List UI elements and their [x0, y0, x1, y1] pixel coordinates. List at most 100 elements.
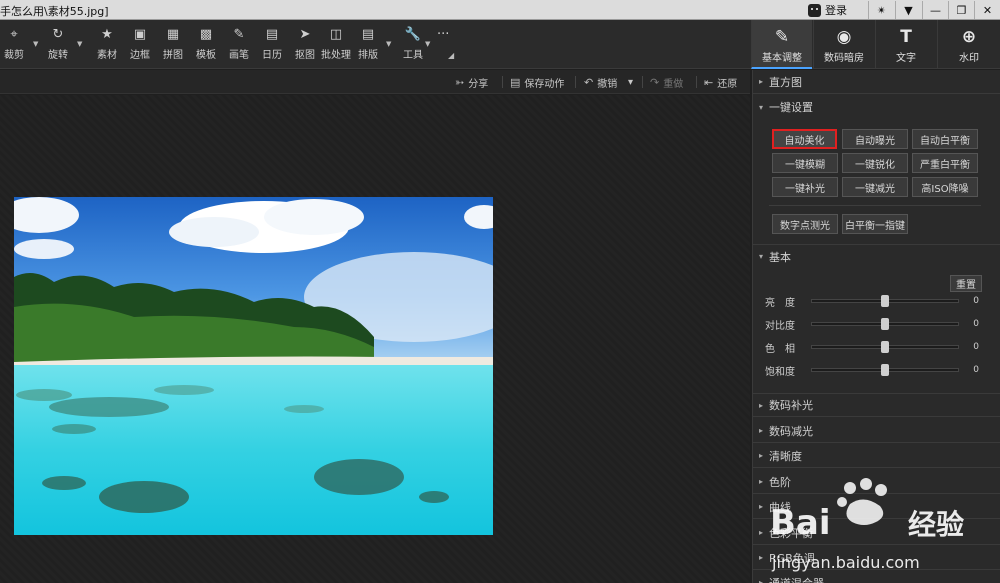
svg-text:经验: 经验 [908, 508, 964, 541]
redo-label: 重做 [663, 78, 684, 90]
high-iso-denoise-button[interactable]: 高ISO降噪 [912, 177, 978, 197]
tool-cutout[interactable]: ➤ 抠图 [295, 26, 315, 66]
one-click-reduce-light-button[interactable]: 一键减光 [842, 177, 908, 197]
white-balance-one-finger-button[interactable]: 白平衡一指键 [842, 214, 908, 234]
slider-saturation: 饱和度 0 [765, 362, 980, 378]
save-action-button[interactable]: ▤ 保存动作 [510, 74, 564, 90]
slider-contrast: 对比度 0 [765, 316, 980, 332]
section-digital-fill-light[interactable]: ▸ 数码补光 [753, 393, 1000, 417]
canvas-area[interactable] [0, 95, 750, 583]
undo-dropdown-icon[interactable]: ▾ [628, 74, 633, 90]
divider [769, 205, 981, 206]
restore-label: 还原 [717, 78, 738, 90]
svg-text:jingyan.baidu.com: jingyan.baidu.com [771, 553, 920, 572]
menu-button[interactable]: ▼ [895, 1, 921, 19]
wrench-icon: 🔧 [404, 27, 422, 42]
main-toolbar: ⌖ 裁剪 ▼ ↻ 旋转 ▼ ★ 素材 ▣ 边框 ▦ 拼图 ▩ 模板 ✎ 画笔 ▤… [0, 20, 1000, 69]
section-one-click[interactable]: ▾ 一键设置 [753, 95, 1000, 119]
reset-button[interactable]: 重置 [950, 275, 982, 292]
expanded-arrow-icon: ▾ [759, 102, 764, 112]
more-icon: ··· [437, 27, 450, 42]
edit-icon: ✎ [774, 27, 790, 47]
photo-beach[interactable] [14, 197, 493, 535]
undo-icon: ↶ [584, 75, 594, 89]
share-icon: ➳ [455, 75, 465, 89]
auto-beautify-button[interactable]: 自动美化 [772, 129, 837, 149]
tool-more[interactable]: ··· [437, 26, 449, 66]
slider-track[interactable] [811, 341, 959, 353]
slider-label: 亮 度 [765, 297, 795, 309]
slider-knob[interactable] [881, 318, 889, 330]
restore-icon: ⇤ [704, 75, 714, 89]
restore-button[interactable]: ❐ [948, 1, 974, 19]
undo-label: 撤销 [597, 78, 618, 90]
collapsed-arrow-icon: ▸ [759, 77, 764, 86]
spot-metering-button[interactable]: 数字点测光 [772, 214, 838, 234]
slider-knob[interactable] [881, 364, 889, 376]
section-label: 数码减光 [769, 424, 813, 438]
section-digital-reduce-light[interactable]: ▸ 数码减光 [753, 419, 1000, 443]
tab-basic-adjust[interactable]: ✎ 基本调整 [751, 20, 812, 69]
redo-icon: ↷ [650, 75, 660, 89]
auto-exposure-button[interactable]: 自动曝光 [842, 129, 908, 149]
skin-button[interactable]: ✴ [868, 1, 894, 19]
tool-crop[interactable]: ⌖ 裁剪 [4, 26, 24, 66]
layout-dropdown-icon[interactable]: ▼ [386, 40, 391, 48]
slider-track[interactable] [811, 364, 959, 376]
tab-watermark[interactable]: ⊕ 水印 [937, 20, 1000, 69]
tools-dropdown-icon[interactable]: ▼ [425, 40, 430, 48]
one-click-blur-button[interactable]: 一键模糊 [772, 153, 838, 173]
collapsed-arrow-icon: ▸ [759, 426, 764, 435]
login-button[interactable]: 登录 [808, 0, 864, 20]
share-button[interactable]: ➳ 分享 [455, 74, 488, 90]
close-button[interactable]: ✕ [974, 1, 1000, 19]
pin-icon: ➤ [299, 27, 311, 42]
collapsed-arrow-icon: ▸ [759, 451, 764, 460]
tab-label: 水印 [959, 53, 979, 64]
brush-icon: ✎ [233, 27, 245, 42]
tool-template[interactable]: ▩ 模板 [196, 26, 216, 66]
tool-batch[interactable]: ◫ 批处理 [321, 26, 351, 66]
tool-collage[interactable]: ▦ 拼图 [163, 26, 183, 66]
slider-value: 0 [973, 319, 979, 329]
crop-dropdown-icon[interactable]: ▼ [33, 40, 38, 48]
divider [696, 76, 697, 88]
section-basic[interactable]: ▾ 基本 [753, 244, 1000, 268]
one-click-fill-light-button[interactable]: 一键补光 [772, 177, 838, 197]
one-click-sharpen-button[interactable]: 一键锐化 [842, 153, 908, 173]
tool-label: 旋转 [48, 50, 68, 61]
rotate-dropdown-icon[interactable]: ▼ [77, 40, 82, 48]
baidu-watermark: Bai 经验 jingyan.baidu.com [768, 476, 1000, 583]
severe-white-balance-button[interactable]: 严重白平衡 [912, 153, 978, 173]
section-histogram[interactable]: ▸ 直方图 [753, 70, 1000, 94]
slider-knob[interactable] [881, 295, 889, 307]
tool-frame[interactable]: ▣ 边框 [130, 26, 150, 66]
tool-material[interactable]: ★ 素材 [97, 26, 117, 66]
tool-label: 边框 [130, 50, 150, 61]
tool-rotate[interactable]: ↻ 旋转 [48, 26, 68, 66]
redo-button[interactable]: ↷ 重做 [650, 74, 683, 90]
canvas-action-bar: ➳ 分享 ▤ 保存动作 ↶ 撤销 ▾ ↷ 重做 ⇤ 还原 [0, 70, 750, 94]
divider [642, 76, 643, 88]
tool-brush[interactable]: ✎ 画笔 [229, 26, 249, 66]
expand-corner-icon[interactable]: ◢ [448, 51, 454, 60]
slider-track[interactable] [811, 295, 959, 307]
camera-icon: ◉ [836, 27, 852, 47]
rotate-icon: ↻ [52, 27, 64, 42]
tab-darkroom[interactable]: ◉ 数码暗房 [813, 20, 874, 69]
baidu-logo: Bai 经验 jingyan.baidu.com [770, 478, 964, 572]
frame-icon: ▣ [133, 27, 147, 42]
undo-button[interactable]: ↶ 撤销 [584, 74, 617, 90]
grid-icon: ▦ [166, 27, 180, 42]
tab-text[interactable]: T 文字 [875, 20, 936, 69]
slider-knob[interactable] [881, 341, 889, 353]
tool-layout[interactable]: ▤ 排版 [358, 26, 378, 66]
tool-calendar[interactable]: ▤ 日历 [262, 26, 282, 66]
tool-tools[interactable]: 🔧 工具 [403, 26, 423, 66]
restore-button[interactable]: ⇤ 还原 [704, 74, 737, 90]
slider-track[interactable] [811, 318, 959, 330]
section-clarity[interactable]: ▸ 清晰度 [753, 444, 1000, 468]
auto-white-balance-button[interactable]: 自动白平衡 [912, 129, 978, 149]
slider-value: 0 [973, 296, 979, 306]
minimize-button[interactable]: — [922, 1, 948, 19]
